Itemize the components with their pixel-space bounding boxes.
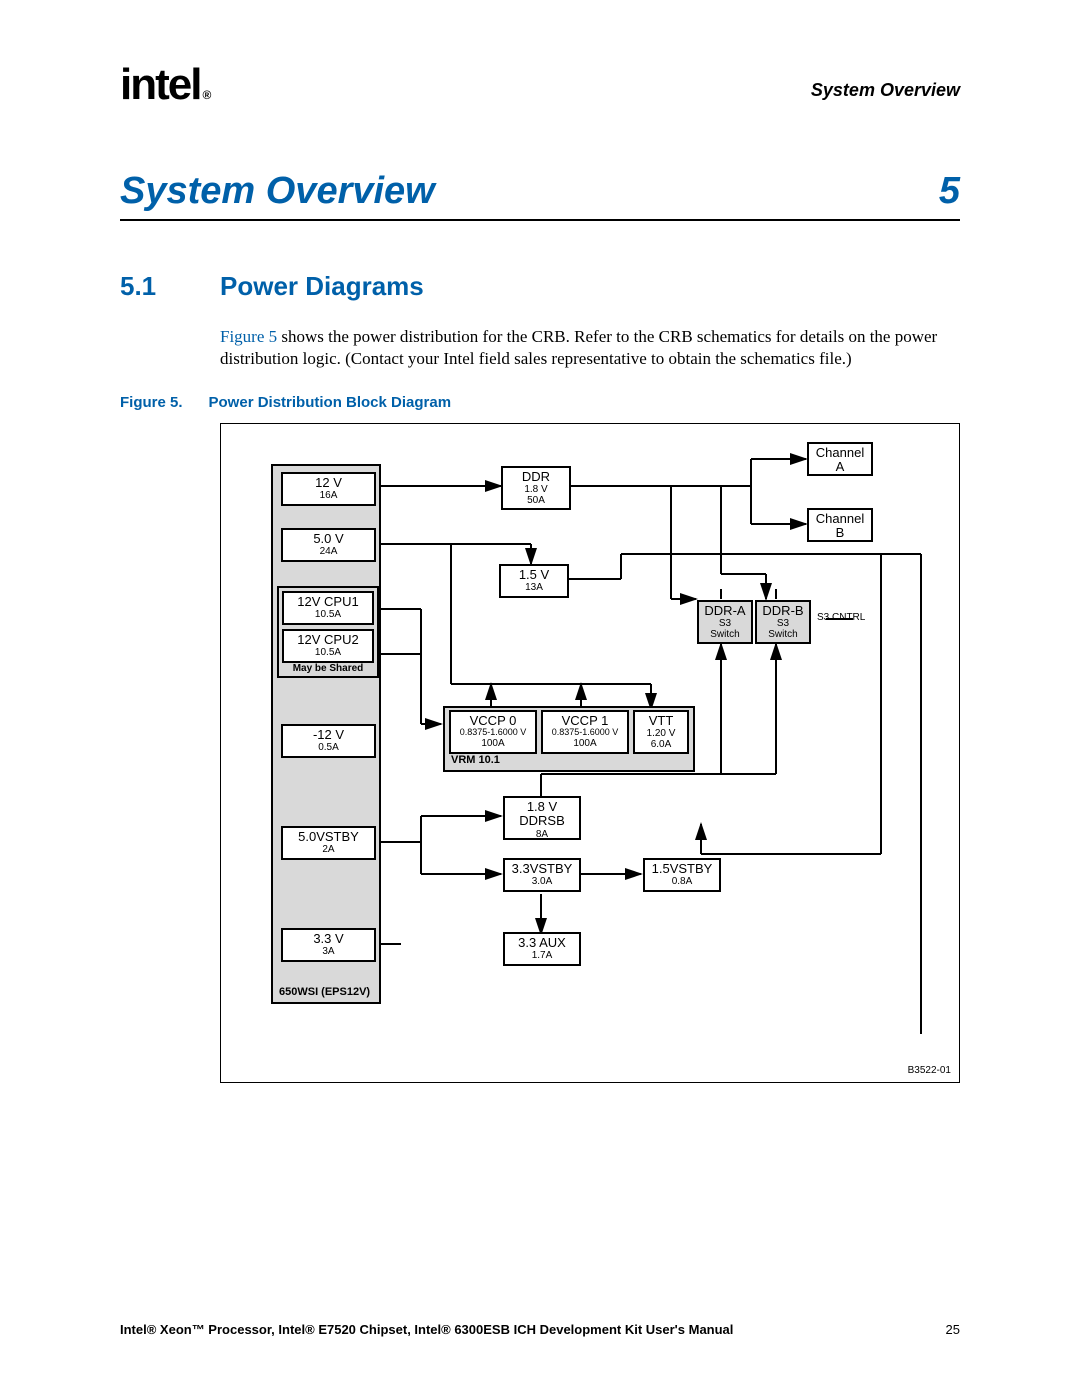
- figure-reference: Figure 5: [220, 327, 277, 346]
- block-vccp0: VCCP 0 0.8375-1.6000 V 100A: [449, 710, 537, 754]
- block-vtt: VTT 1.20 V 6.0A: [633, 710, 689, 754]
- figure-title: Power Distribution Block Diagram: [209, 394, 452, 411]
- power-diagram: 650WSI (EPS12V) 12 V 16A 5.0 V 24A 12V C…: [220, 423, 960, 1083]
- block-ddr-a-switch: DDR-A S3 Switch: [697, 600, 753, 644]
- block-ddr: DDR 1.8 V 50A: [501, 466, 571, 510]
- vrm-label: VRM 10.1: [451, 754, 500, 766]
- section-heading: 5.1 Power Diagrams: [120, 271, 960, 302]
- chapter-title: System Overview: [120, 170, 435, 213]
- block-vccp1: VCCP 1 0.8375-1.6000 V 100A: [541, 710, 629, 754]
- chapter-heading: System Overview 5: [120, 170, 960, 221]
- logo-text: intel: [120, 60, 200, 109]
- block-3v3: 3.3 V 3A: [281, 928, 376, 962]
- block-ddr-b-switch: DDR-B S3 Switch: [755, 600, 811, 644]
- block-neg12v: -12 V 0.5A: [281, 724, 376, 758]
- figure-label: Figure 5.: [120, 394, 183, 411]
- cpu-shared-group: 12V CPU1 10.5A 12V CPU2 10.5A May be Sha…: [277, 586, 379, 678]
- page-number: 25: [946, 1322, 960, 1337]
- s3-cntrl-label: S3 CNTRL: [817, 612, 865, 623]
- may-be-shared-label: May be Shared: [279, 663, 377, 674]
- page-footer: Intel® Xeon™ Processor, Intel® E7520 Chi…: [120, 1322, 960, 1337]
- footer-text: Intel® Xeon™ Processor, Intel® E7520 Chi…: [120, 1322, 733, 1337]
- block-12v-cpu2: 12V CPU2 10.5A: [282, 629, 374, 663]
- block-channel-b: Channel B: [807, 508, 873, 542]
- intel-logo: intel®: [120, 60, 209, 110]
- body-rest: shows the power distribution for the CRB…: [220, 327, 937, 368]
- page-header: intel® System Overview: [120, 60, 960, 120]
- block-3v3stby: 3.3VSTBY 3.0A: [503, 858, 581, 892]
- block-1v5stby: 1.5VSTBY 0.8A: [643, 858, 721, 892]
- block-12v: 12 V 16A: [281, 472, 376, 506]
- block-5vstby: 5.0VSTBY 2A: [281, 826, 376, 860]
- figure-caption: Figure 5. Power Distribution Block Diagra…: [120, 394, 960, 411]
- block-ddrsb: 1.8 V DDRSB 8A: [503, 796, 581, 840]
- block-12v-cpu1: 12V CPU1 10.5A: [282, 591, 374, 625]
- diagram-id: B3522-01: [908, 1065, 951, 1076]
- block-1v5: 1.5 V 13A: [499, 564, 569, 598]
- section-body: Figure 5 shows the power distribution fo…: [220, 326, 960, 370]
- block-channel-a: Channel A: [807, 442, 873, 476]
- block-3v3aux: 3.3 AUX 1.7A: [503, 932, 581, 966]
- psu-label: 650WSI (EPS12V): [279, 986, 370, 998]
- block-5v: 5.0 V 24A: [281, 528, 376, 562]
- header-section-label: System Overview: [811, 80, 960, 101]
- chapter-number: 5: [939, 170, 960, 213]
- section-title: Power Diagrams: [220, 271, 424, 302]
- logo-reg: ®: [202, 88, 209, 102]
- section-number: 5.1: [120, 271, 220, 302]
